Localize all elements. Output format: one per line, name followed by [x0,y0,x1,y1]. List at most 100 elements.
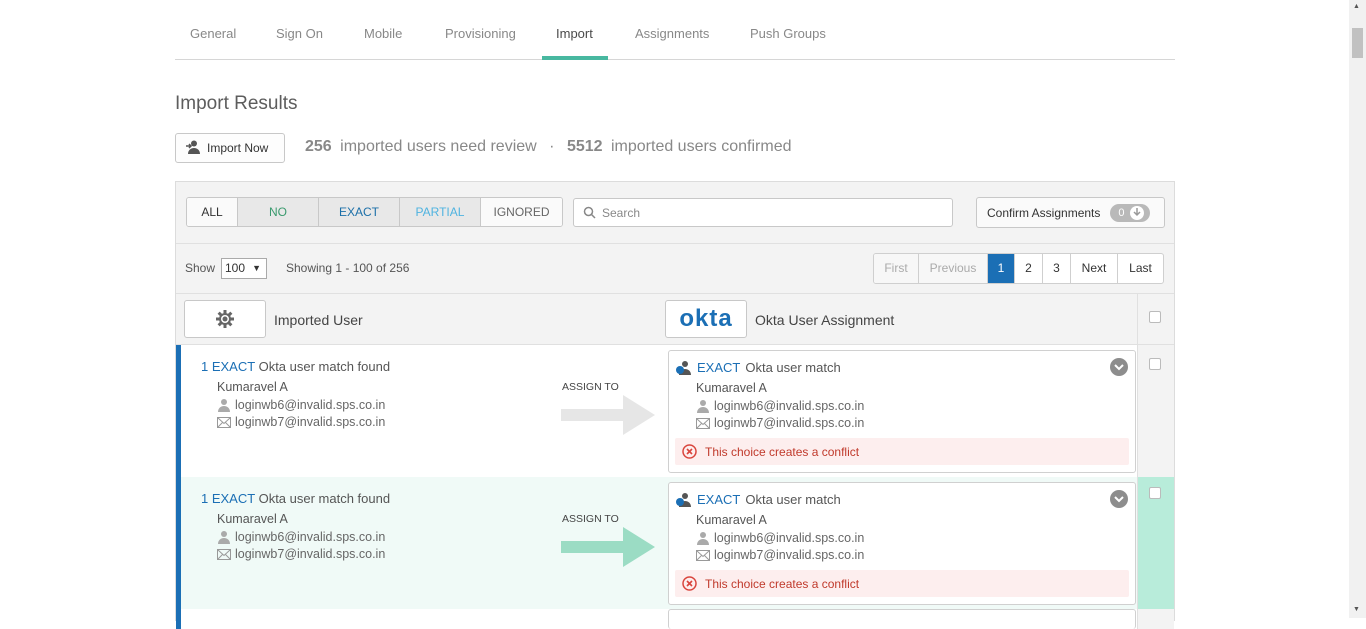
imported-user-login: loginwb6@invalid.sps.co.in [217,530,385,544]
page-size-value: 100 [225,261,246,275]
row-content: 1 EXACT Okta user match found Kumaravel … [181,477,1137,609]
login-text: loginwb6@invalid.sps.co.in [235,398,386,412]
confirm-assignments-button[interactable]: Confirm Assignments 0 [976,197,1165,228]
imported-user-name: Kumaravel A [217,380,288,394]
tab-provisioning[interactable]: Provisioning [445,0,516,60]
row-select-cell [1137,345,1174,477]
imported-user-heading: Imported User [274,312,363,328]
show-label: Show [185,261,216,275]
conflict-warning: This choice creates a conflict [675,438,1129,465]
conflict-text: This choice creates a conflict [705,444,860,459]
tab-general[interactable]: General [190,0,236,60]
pager: First Previous 1 2 3 Next Last [873,253,1164,284]
import-row: 1 EXACT Okta user match found Kumaravel … [176,477,1174,609]
chevron-down-icon[interactable] [1110,358,1128,376]
confirmed-count: 5512 [566,138,603,155]
import-now-label: Import Now [207,141,269,155]
select-all-checkbox[interactable] [1149,311,1161,323]
scroll-thumb[interactable] [1352,28,1363,58]
import-now-button[interactable]: Import Now [175,133,285,163]
page-size-select[interactable]: 100 ▼ [221,258,267,279]
imported-user-name: Kumaravel A [217,512,288,526]
tab-import[interactable]: Import [556,0,593,60]
filter-all[interactable]: ALL [187,198,238,226]
pager-previous[interactable]: Previous [919,254,988,283]
okta-user-card: EXACT Okta user match Kumaravel A loginw… [668,482,1136,605]
match-text: Okta user match found [258,359,391,374]
filter-exact[interactable]: EXACT [319,198,400,226]
assign-arrow-icon [561,395,657,438]
card-match-text: Okta user match [745,492,841,507]
scroll-up-icon[interactable]: ▲ [1353,3,1360,10]
filter-partial[interactable]: PARTIAL [400,198,481,226]
pager-page-1[interactable]: 1 [988,254,1015,283]
tab-bar: General Sign On Mobile Provisioning Impo… [175,0,1175,60]
okta-user-icon [676,492,692,507]
showing-range: Showing 1 - 100 of 256 [286,261,410,275]
envelope-icon [217,548,231,560]
envelope-icon [696,417,710,429]
error-circle-icon [682,444,697,459]
page-scrollbar[interactable]: ▲ ▼ [1349,0,1366,618]
card-match-text: Okta user match [745,360,841,375]
tab-mobile[interactable]: Mobile [364,0,402,60]
okta-user-assignment-heading: Okta User Assignment [755,312,895,328]
confirm-count-badge: 0 [1110,203,1151,222]
okta-user-card: EXACT Okta user match Kumaravel A loginw… [668,350,1136,473]
match-count: 1 EXACT [201,491,255,506]
okta-logo: okta [665,300,747,338]
column-header: Imported User okta Okta User Assignment [176,294,1174,345]
tab-sign-on[interactable]: Sign On [276,0,323,60]
filter-ignored[interactable]: IGNORED [481,198,562,226]
select-all-cell [1137,294,1174,345]
pager-page-3[interactable]: 3 [1043,254,1071,283]
imported-user-email: loginwb7@invalid.sps.co.in [217,547,385,561]
login-text: loginwb6@invalid.sps.co.in [235,530,386,544]
gear-icon [215,309,235,329]
row-checkbox[interactable] [1149,358,1161,370]
card-user-email: loginwb7@invalid.sps.co.in [696,416,864,430]
row-content [181,609,1137,629]
okta-user-card [668,609,1136,629]
envelope-icon [217,416,231,428]
search-input[interactable] [600,204,940,221]
import-row [176,609,1174,629]
pager-first[interactable]: First [874,254,919,283]
tab-assignments[interactable]: Assignments [635,0,709,60]
scroll-down-icon[interactable]: ▼ [1353,606,1360,613]
user-icon [217,530,231,544]
import-summary: 256 imported users need review · 5512 im… [305,138,792,156]
row-checkbox[interactable] [1149,487,1161,499]
review-text: imported users need review [340,138,537,155]
imported-user-login: loginwb6@invalid.sps.co.in [217,398,385,412]
settings-button[interactable] [184,300,266,338]
login-text: loginwb6@invalid.sps.co.in [714,531,865,545]
pager-next[interactable]: Next [1071,254,1118,283]
card-match-title: EXACT Okta user match [676,360,841,375]
filter-no[interactable]: NO [238,198,319,226]
user-icon [217,398,231,412]
arrow-down-circle-icon [1129,205,1144,220]
tab-push-groups[interactable]: Push Groups [750,0,826,60]
card-match-type: EXACT [697,360,741,375]
pagination-bar: Show 100 ▼ Showing 1 - 100 of 256 First … [176,244,1174,294]
filter-bar: ALL NO EXACT PARTIAL IGNORED Confirm Ass… [176,182,1174,244]
import-user-icon [185,139,201,158]
email-text: loginwb7@invalid.sps.co.in [714,548,865,562]
chevron-down-icon[interactable] [1110,490,1128,508]
assign-arrow-icon [561,527,657,570]
user-icon [696,531,710,545]
login-text: loginwb6@invalid.sps.co.in [714,399,865,413]
summary-separator: · [549,138,555,155]
active-tab-indicator [542,56,608,60]
card-user-login: loginwb6@invalid.sps.co.in [696,531,864,545]
match-summary: 1 EXACT Okta user match found [201,491,390,506]
match-count: 1 EXACT [201,359,255,374]
conflict-warning: This choice creates a conflict [675,570,1129,597]
email-text: loginwb7@invalid.sps.co.in [235,547,386,561]
email-text: loginwb7@invalid.sps.co.in [714,416,865,430]
pager-last[interactable]: Last [1118,254,1163,283]
pager-page-2[interactable]: 2 [1015,254,1043,283]
confirm-count: 0 [1118,206,1125,219]
okta-user-icon [676,360,692,375]
